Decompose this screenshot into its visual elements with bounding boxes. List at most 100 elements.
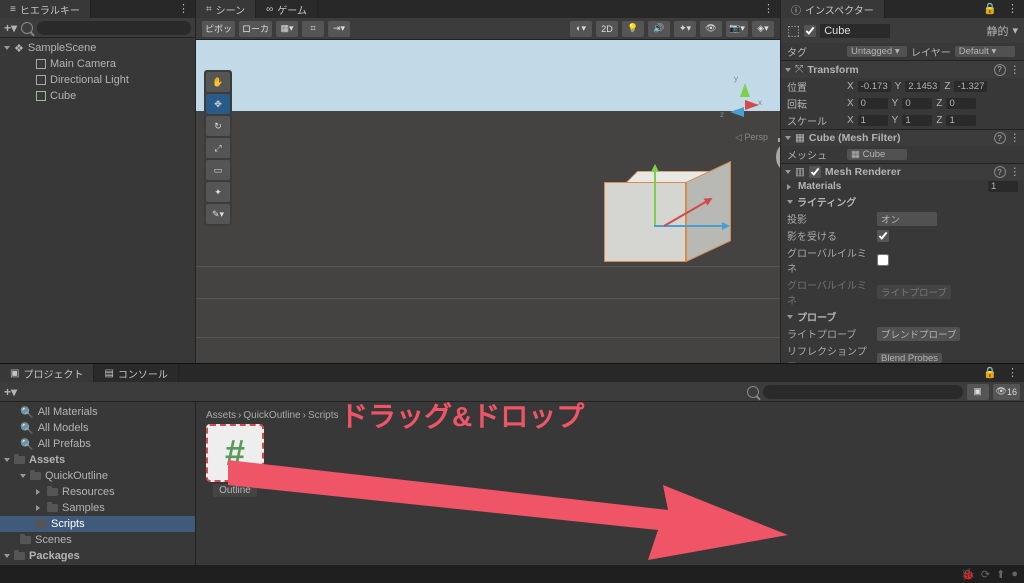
camera-settings[interactable]: 📷▾ (726, 21, 748, 37)
layer-dropdown[interactable]: Default ▾ (955, 46, 1015, 57)
grid-toggle[interactable]: ▦▾ (276, 21, 298, 37)
folder-item[interactable]: Scenes (0, 532, 195, 548)
receive-checkbox[interactable] (877, 230, 889, 242)
hierarchy-item[interactable]: Cube (0, 88, 195, 104)
help-icon[interactable]: ? (994, 132, 1006, 144)
selected-object[interactable] (604, 170, 724, 290)
rot-y[interactable]: 0 (902, 98, 932, 109)
object-name-input[interactable] (820, 24, 890, 38)
filter-button[interactable]: ▣ (967, 384, 989, 400)
hand-tool[interactable]: ✋ (206, 72, 230, 92)
panel-menu-icon[interactable]: ⋮ (172, 0, 195, 18)
lightprobe-dropdown[interactable]: ブレンドプローブ (877, 327, 960, 341)
folder-item[interactable]: QuickOutline (0, 468, 195, 484)
hierarchy-search-input[interactable] (37, 21, 191, 35)
mesh-field[interactable]: ▦ Cube (847, 149, 907, 160)
panel-menu-icon[interactable]: ⋮ (1001, 364, 1024, 382)
panel-menu-icon[interactable]: ⋮ (757, 0, 780, 18)
gi-c-checkbox[interactable] (877, 254, 889, 266)
scale-y[interactable]: 1 (902, 115, 932, 126)
cast-dropdown[interactable]: オン (877, 212, 937, 226)
fx-toggle[interactable]: ✦▾ (674, 21, 696, 37)
project-tab[interactable]: ▣ プロジェクト (0, 364, 94, 382)
pos-x[interactable]: -0.173 (858, 81, 891, 92)
favorite-item[interactable]: 🔍All Models (0, 420, 195, 436)
project-search-input[interactable] (763, 385, 963, 399)
folder-item[interactable]: Code Coverage (0, 564, 195, 565)
transform-tool[interactable]: ✦ (206, 182, 230, 202)
transform-header[interactable]: ⤧ Transform ? ⋮ (781, 60, 1024, 78)
project-grid[interactable]: Assets › QuickOutline › Scripts # Outlin… (196, 402, 1024, 565)
breadcrumb-item[interactable]: Scripts (308, 410, 339, 421)
rot-x[interactable]: 0 (858, 98, 888, 109)
folder-item[interactable]: Scripts (0, 516, 195, 532)
preset-icon[interactable]: ⋮ (1010, 166, 1021, 178)
scene-row[interactable]: ❖ SampleScene (0, 40, 195, 56)
breadcrumb[interactable]: Assets › QuickOutline › Scripts (200, 406, 1020, 424)
rect-tool[interactable]: ▭ (206, 160, 230, 180)
rotate-tool[interactable]: ↻ (206, 116, 230, 136)
lighting-toggle[interactable]: 💡 (622, 21, 644, 37)
game-tab[interactable]: ∞ ゲーム (256, 0, 318, 18)
draw-mode[interactable]: ◐▾ (570, 21, 592, 37)
audio-toggle[interactable]: 🔊 (648, 21, 670, 37)
folder-item[interactable]: Samples (0, 500, 195, 516)
local-toggle[interactable]: ローカ (239, 21, 272, 37)
move-tool[interactable]: ✥ (206, 94, 230, 114)
perspective-label[interactable]: ◁ Persp (735, 132, 768, 143)
static-dropdown[interactable]: ▾ (1012, 24, 1018, 37)
help-icon[interactable]: ? (994, 64, 1006, 76)
meshrenderer-header[interactable]: ▥ Mesh Renderer ? ⋮ (781, 163, 1024, 180)
pos-y[interactable]: 2.1453 (905, 81, 940, 92)
script-asset[interactable]: # Outline (200, 424, 270, 497)
folder-item[interactable]: Resources (0, 484, 195, 500)
orientation-gizmo[interactable]: x y z (720, 80, 770, 130)
breadcrumb-item[interactable]: Assets (206, 410, 236, 421)
help-icon[interactable]: ? (994, 166, 1006, 178)
pos-z[interactable]: -1.327 (954, 81, 987, 92)
visibility-toggle[interactable]: 👁 (700, 21, 722, 37)
hierarchy-tab[interactable]: ≡ ヒエラルキー (0, 0, 91, 18)
assets-folder[interactable]: Assets (0, 452, 195, 468)
scale-tool[interactable]: ⤢ (206, 138, 230, 158)
preset-icon[interactable]: ⋮ (1010, 64, 1021, 76)
scale-x[interactable]: 1 (858, 115, 888, 126)
lock-icon[interactable]: 🔒 (979, 364, 1001, 382)
inspector-panel: ⓘ インスペクター 🔒 ⋮ ⬚ 静的 ▾ タグ Untagged ▾ レイヤー … (780, 0, 1024, 363)
scene-viewport[interactable]: ✋ ✥ ↻ ⤢ ▭ ✦ ✎▾ (196, 40, 780, 363)
lock-icon[interactable]: 🔒 (979, 0, 1001, 18)
gizmos-toggle[interactable]: ◈▾ (752, 21, 774, 37)
custom-tool[interactable]: ✎▾ (206, 204, 230, 224)
packages-folder[interactable]: Packages (0, 548, 195, 564)
chevron-right-icon[interactable] (787, 184, 794, 190)
active-checkbox[interactable] (804, 25, 816, 37)
meshrenderer-enable[interactable] (809, 166, 821, 178)
scale-z[interactable]: 1 (946, 115, 976, 126)
preset-icon[interactable]: ⋮ (1010, 132, 1021, 144)
favorite-item[interactable]: 🔍All Prefabs (0, 436, 195, 452)
snap-toggle[interactable]: ⌗ (302, 21, 324, 37)
directional-light-gizmo[interactable] (776, 140, 780, 174)
inspector-tab[interactable]: ⓘ インスペクター (781, 0, 885, 18)
chevron-down-icon[interactable] (787, 315, 793, 319)
create-button[interactable]: +▾ (4, 21, 17, 35)
hierarchy-item[interactable]: Main Camera (0, 56, 195, 72)
create-button[interactable]: +▾ (4, 385, 17, 399)
meshfilter-header[interactable]: ▦ Cube (Mesh Filter) ? ⋮ (781, 129, 1024, 146)
chevron-down-icon[interactable] (787, 200, 793, 204)
pivot-toggle[interactable]: ピボッ (202, 21, 235, 37)
hidden-button[interactable]: 👁 16 (993, 384, 1020, 400)
snap-inc-button[interactable]: ⇥▾ (328, 21, 350, 37)
panel-menu-icon[interactable]: ⋮ (1001, 0, 1024, 18)
materials-count[interactable]: 1 (988, 181, 1018, 192)
favorite-item[interactable]: 🔍All Materials (0, 404, 195, 420)
console-tab[interactable]: ▤ コンソール (94, 364, 178, 382)
scene-tab[interactable]: ⌗ シーン (196, 0, 256, 18)
scene-panel: ⌗ シーン ∞ ゲーム ⋮ ピボッ ローカ ▦▾ ⌗ ⇥▾ ◐▾ 2D 💡 (196, 0, 780, 363)
hierarchy-item[interactable]: Directional Light (0, 72, 195, 88)
rot-z[interactable]: 0 (946, 98, 976, 109)
2d-toggle[interactable]: 2D (596, 21, 618, 37)
tag-dropdown[interactable]: Untagged ▾ (847, 46, 907, 57)
refprobe-dropdown[interactable]: Blend Probes (877, 353, 942, 364)
breadcrumb-item[interactable]: QuickOutline (243, 410, 300, 421)
